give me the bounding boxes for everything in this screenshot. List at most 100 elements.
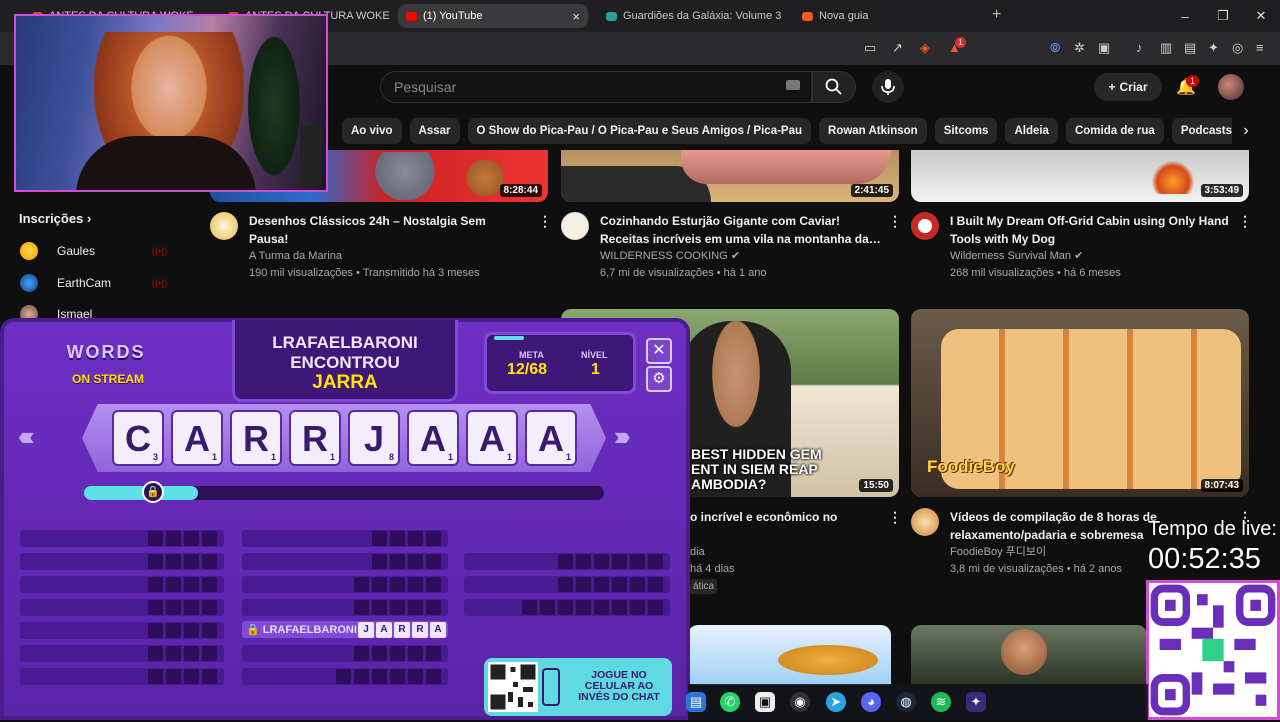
video-thumbnail[interactable]: 3:53:49 — [911, 150, 1249, 202]
video-title[interactable]: I Built My Dream Off-Grid Cabin using On… — [950, 212, 1232, 248]
discord-icon[interactable]: ◕ — [861, 692, 881, 712]
search-input[interactable]: Pesquisar — [380, 71, 812, 103]
chip-podcasts[interactable]: Podcasts — [1171, 118, 1241, 144]
more-actions-icon[interactable]: ⋮ — [538, 213, 552, 230]
chevron-right-icon[interactable]: › — [1232, 118, 1260, 144]
more-actions-icon[interactable]: ⋮ — [1238, 213, 1252, 230]
video-channel[interactable]: A Turma da Marina — [249, 248, 342, 265]
video-channel[interactable]: FoodieBoy 푸디보이 — [950, 544, 1046, 561]
keyboard-icon[interactable] — [786, 80, 800, 90]
browser-tab-active[interactable]: (1) YouTube × — [398, 4, 588, 28]
extensions-icon[interactable]: ✲ — [1074, 40, 1085, 56]
obs-icon[interactable]: ◉ — [790, 692, 810, 712]
close-window-icon[interactable]: ✕ — [1242, 8, 1280, 24]
video-duration: 8:07:43 — [1200, 479, 1243, 492]
leo-ai-icon[interactable]: ✦ — [1208, 40, 1219, 56]
video-channel[interactable]: Wilderness Survival Man ✔ — [950, 248, 1083, 265]
hidden-letter-square — [148, 531, 163, 546]
video-thumbnail[interactable] — [688, 625, 891, 685]
file-explorer-icon[interactable]: ▤ — [686, 692, 706, 712]
hidden-letter-square — [166, 554, 181, 569]
screenshot-icon[interactable]: ▣ — [1098, 40, 1110, 56]
whatsapp-icon[interactable]: ✆ — [720, 692, 740, 712]
stats-box: META 12/68 NÍVEL 1 — [484, 332, 636, 394]
video-title[interactable]: Desenhos Clássicos 24h – Nostalgia Sem P… — [249, 212, 519, 248]
hidden-letter-square — [166, 646, 181, 661]
video-channel[interactable]: dia — [690, 544, 705, 561]
goal-value: 12/68 — [507, 361, 548, 378]
close-tab-icon[interactable]: × — [572, 9, 580, 24]
maximize-icon[interactable]: ❐ — [1204, 8, 1242, 24]
chip-aldeia[interactable]: Aldeia — [1005, 118, 1058, 144]
steam-icon[interactable]: ◍ — [896, 692, 916, 712]
video-title[interactable]: o incrível e econômico no — [690, 508, 870, 526]
qr-code-icon — [1149, 583, 1277, 717]
phone-icon — [542, 668, 560, 706]
channel-avatar[interactable] — [911, 508, 939, 536]
brave-shield-icon[interactable]: ◈ — [920, 40, 930, 56]
user-avatar[interactable] — [1218, 74, 1244, 100]
close-panel-button[interactable]: ✕ — [646, 338, 672, 364]
channel-avatar[interactable] — [561, 212, 589, 240]
video-title[interactable]: Cozinhando Esturjão Gigante com Caviar! … — [600, 212, 882, 248]
hidden-letter-square — [390, 531, 405, 546]
goal-progress-bar — [494, 336, 524, 340]
browser-tab[interactable]: Guardiões da Galáxia: Volume 3 | — [598, 4, 783, 28]
spotify-icon[interactable]: ≋ — [931, 692, 951, 712]
menu-icon[interactable]: ≡ — [1256, 40, 1264, 55]
video-thumbnail[interactable]: FoodieBoy 8:07:43 — [911, 309, 1249, 497]
new-tab-button[interactable]: + — [992, 6, 1001, 24]
mobile-play-text: JOGUE NO CELULAR AO INVÉS DO CHAT — [570, 670, 668, 703]
share-icon[interactable]: ↗ — [892, 40, 903, 56]
app-icon[interactable]: ✦ — [966, 692, 986, 712]
video-channel[interactable]: WILDERNESS COOKING ✔ — [600, 248, 740, 265]
hidden-letter-square — [390, 669, 405, 684]
translate-icon[interactable]: ⦾ — [1050, 40, 1060, 56]
chip-rowan-atkinson[interactable]: Rowan Atkinson — [819, 118, 927, 144]
video-thumbnail[interactable]: 2:41:45 — [561, 150, 899, 202]
sidebar-toggle-icon[interactable]: ▥ — [1160, 40, 1172, 56]
wallet-icon[interactable]: ▤ — [1184, 40, 1196, 56]
hidden-letter-square — [166, 600, 181, 615]
live-time-label: Tempo de live: — [1148, 518, 1277, 540]
hidden-letter-square — [426, 600, 441, 615]
hidden-letter-square — [372, 577, 387, 592]
more-actions-icon[interactable]: ⋮ — [888, 509, 902, 526]
tile-points: 1 — [270, 452, 276, 462]
settings-gear-icon[interactable]: ⚙ — [646, 366, 672, 392]
video-duration: 15:50 — [859, 479, 893, 492]
music-icon[interactable]: ♪ — [1136, 40, 1143, 55]
video-title[interactable]: Vídeos de compilação de 8 horas de relax… — [950, 508, 1178, 544]
channel-avatar[interactable] — [210, 212, 238, 240]
qr-code-icon — [488, 662, 538, 712]
create-button[interactable]: + Criar — [1094, 73, 1162, 101]
telegram-icon[interactable]: ➤ — [826, 692, 846, 712]
tab-title: (1) YouTube — [423, 10, 483, 22]
found-word-banner: LRAFAELBARONI ENCONTROU JARRA — [232, 320, 458, 402]
found-by-player: 🔒 LRAFAELBARONI — [246, 624, 357, 636]
capcut-icon[interactable]: ▣ — [755, 692, 775, 712]
sidebar-item-earthcam[interactable]: EarthCam — [57, 276, 111, 290]
search-button[interactable] — [812, 71, 856, 103]
hidden-letter-square — [148, 646, 163, 661]
minimize-icon[interactable]: – — [1166, 9, 1204, 24]
hidden-letter-square — [558, 600, 573, 615]
video-thumbnail[interactable] — [911, 625, 1147, 685]
chip-ao-vivo[interactable]: Ao vivo — [342, 118, 402, 144]
browser-tab[interactable]: Nova guia — [794, 4, 974, 28]
found-text: ENCONTROU — [290, 353, 400, 372]
channel-avatar[interactable] — [911, 212, 939, 240]
tab-title: Guardiões da Galáxia: Volume 3 | — [623, 10, 783, 22]
create-label: Criar — [1119, 80, 1148, 94]
chip-sitcoms[interactable]: Sitcoms — [934, 118, 998, 144]
more-actions-icon[interactable]: ⋮ — [888, 213, 902, 230]
cast-icon[interactable]: ▭ — [864, 40, 876, 56]
voice-search-button[interactable] — [872, 71, 904, 103]
chip-pica-pau[interactable]: O Show do Pica-Pau / O Pica-Pau e Seus A… — [467, 118, 812, 144]
chip-comida-de-rua[interactable]: Comida de rua — [1065, 118, 1164, 144]
subscriptions-heading[interactable]: Inscrições › — [19, 211, 91, 226]
vpn-icon[interactable]: ◎ — [1232, 40, 1243, 56]
sidebar-item-gaules[interactable]: Gaules — [57, 244, 95, 258]
chip-assar[interactable]: Assar — [409, 118, 460, 144]
found-letter-tile: R — [412, 622, 428, 638]
